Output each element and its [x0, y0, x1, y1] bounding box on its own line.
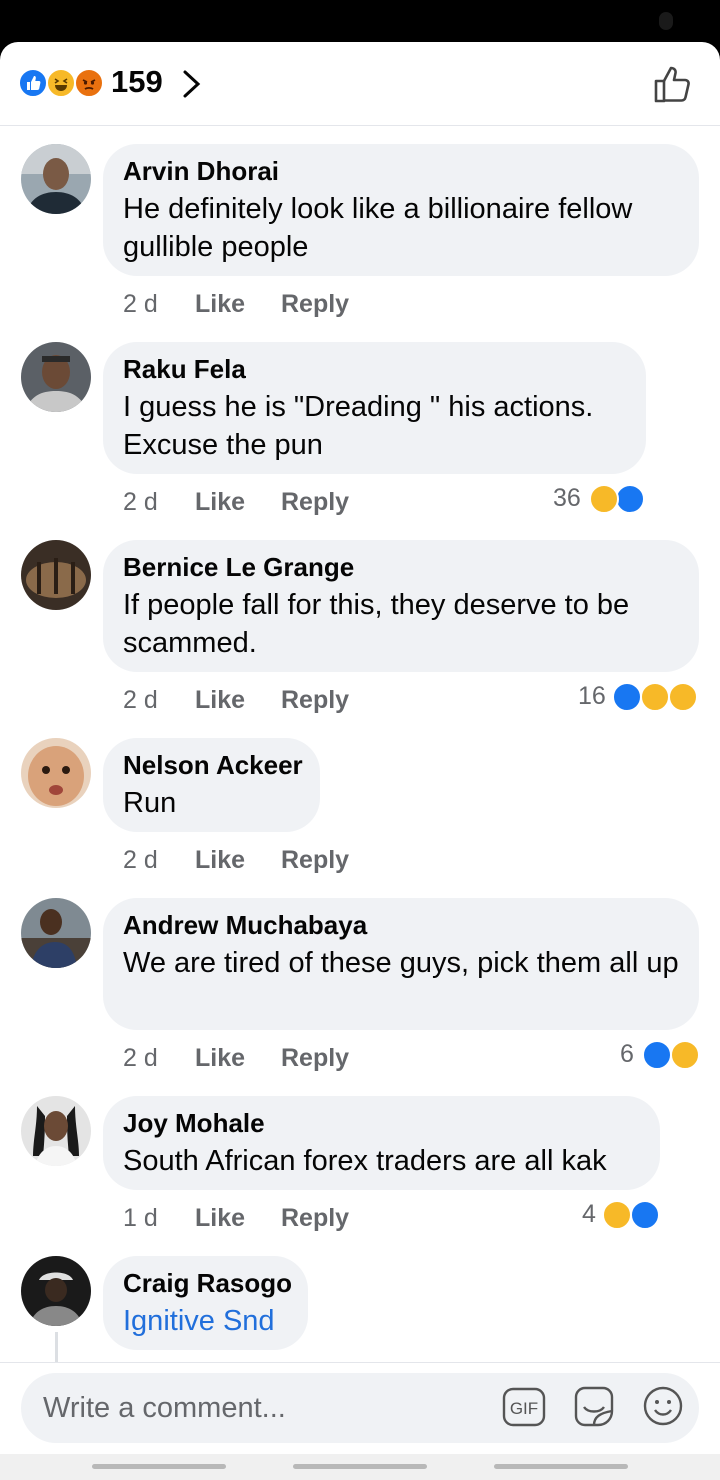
reply-button[interactable]: Reply [281, 290, 349, 319]
comment-time: 2 d [123, 846, 158, 874]
gif-label: GIF [510, 1399, 538, 1418]
reaction-icons [18, 68, 110, 98]
comment-author[interactable]: Arvin Dhorai [123, 156, 679, 186]
comment-text: If people fall for this, they deserve to… [123, 589, 630, 659]
comment-text: I guess he is "Dreading " his actions. E… [123, 391, 594, 461]
comment-bubble[interactable]: Arvin Dhorai He definitely look like a b… [103, 144, 699, 276]
comment-time: 2 d [123, 1044, 158, 1072]
reply-button[interactable]: Reply [281, 488, 349, 517]
reply-button[interactable]: Reply [281, 846, 349, 875]
nav-back-button[interactable] [494, 1464, 628, 1469]
like-button[interactable]: Like [195, 686, 245, 715]
comment-author[interactable]: Craig Rasogo [123, 1268, 292, 1298]
reactions-header[interactable]: 159 [0, 42, 720, 126]
haha-icon [640, 682, 670, 712]
reply-button[interactable]: Reply [281, 1044, 349, 1073]
comment-bubble[interactable]: Bernice Le Grange If people fall for thi… [103, 540, 699, 672]
like-button[interactable]: Like [195, 290, 245, 319]
reply-button[interactable]: Reply [281, 1204, 349, 1233]
like-icon [630, 1200, 660, 1230]
nav-recent-button[interactable] [92, 1464, 226, 1469]
haha-icon [670, 1040, 700, 1070]
like-icon [642, 1040, 672, 1070]
comment-bubble[interactable]: Craig Rasogo Ignitive Snd [103, 1256, 308, 1350]
comment-author[interactable]: Nelson Ackeer [123, 750, 303, 780]
comment-bubble[interactable]: Nelson Ackeer Run [103, 738, 320, 832]
comment-time: 2 d [123, 290, 158, 318]
comment-reaction-count: 36 [553, 484, 581, 512]
gif-icon[interactable]: GIF [502, 1387, 546, 1427]
comment-author[interactable]: Andrew Muchabaya [123, 910, 679, 940]
chevron-right-icon [183, 70, 201, 98]
mention-link[interactable]: Ignitive Snd [123, 1302, 288, 1340]
haha-icon [602, 1200, 632, 1230]
comment-reactions[interactable]: 16 [578, 682, 702, 712]
comment-bubble[interactable]: Raku Fela I guess he is "Dreading " his … [103, 342, 646, 474]
avatar[interactable] [21, 144, 91, 214]
reaction-count: 159 [111, 64, 163, 99]
comment-time: 2 d [123, 686, 158, 714]
comment-composer: GIF [0, 1362, 720, 1454]
haha-icon [46, 68, 76, 98]
comment-reaction-count: 6 [620, 1040, 634, 1068]
comment-author[interactable]: Bernice Le Grange [123, 552, 679, 582]
avatar[interactable] [21, 898, 91, 968]
avatar[interactable] [21, 342, 91, 412]
like-button[interactable]: Like [195, 488, 245, 517]
comment-reactions[interactable]: 4 [582, 1200, 664, 1230]
like-button[interactable]: Like [195, 1204, 245, 1233]
status-bar [0, 0, 720, 42]
angry-icon [74, 68, 104, 98]
like-button[interactable]: Like [195, 1044, 245, 1073]
system-navigation-bar [0, 1454, 720, 1480]
comment-reactions[interactable]: 6 [620, 1040, 702, 1070]
comment-reaction-count: 16 [578, 682, 606, 710]
sad-icon [668, 682, 698, 712]
avatar[interactable] [21, 1096, 91, 1166]
like-icon [612, 682, 642, 712]
comment-author[interactable]: Joy Mohale [123, 1108, 640, 1138]
reply-button[interactable]: Reply [281, 686, 349, 715]
comment-time: 1 d [123, 1204, 158, 1232]
sticker-icon[interactable] [572, 1385, 616, 1429]
comment-time: 2 d [123, 488, 158, 516]
comments-sheet: 159 Arvin Dhorai He definitely look like… [0, 42, 720, 1462]
comment-reactions[interactable]: 36 [553, 484, 653, 514]
camera-cutout [659, 12, 673, 30]
avatar[interactable] [21, 540, 91, 610]
like-icon [18, 68, 48, 98]
nav-home-button[interactable] [293, 1464, 427, 1469]
like-button[interactable]: Like [195, 846, 245, 875]
haha-icon [589, 484, 619, 514]
comment-bubble[interactable]: Joy Mohale South African forex traders a… [103, 1096, 660, 1190]
comment-reaction-count: 4 [582, 1200, 596, 1228]
avatar[interactable] [21, 1256, 91, 1326]
comment-text: He definitely look like a billionaire fe… [123, 193, 633, 263]
comment-text: We are tired of these guys, pick them al… [123, 947, 679, 979]
comment-text: Run [123, 787, 177, 819]
like-icon [615, 484, 645, 514]
avatar[interactable] [21, 738, 91, 808]
comment-author[interactable]: Raku Fela [123, 354, 626, 384]
emoji-icon[interactable] [642, 1385, 684, 1427]
comment-bubble[interactable]: Andrew Muchabaya We are tired of these g… [103, 898, 699, 1030]
comment-text: South African forex traders are all kak [123, 1145, 607, 1177]
like-outline-icon[interactable] [652, 64, 694, 104]
